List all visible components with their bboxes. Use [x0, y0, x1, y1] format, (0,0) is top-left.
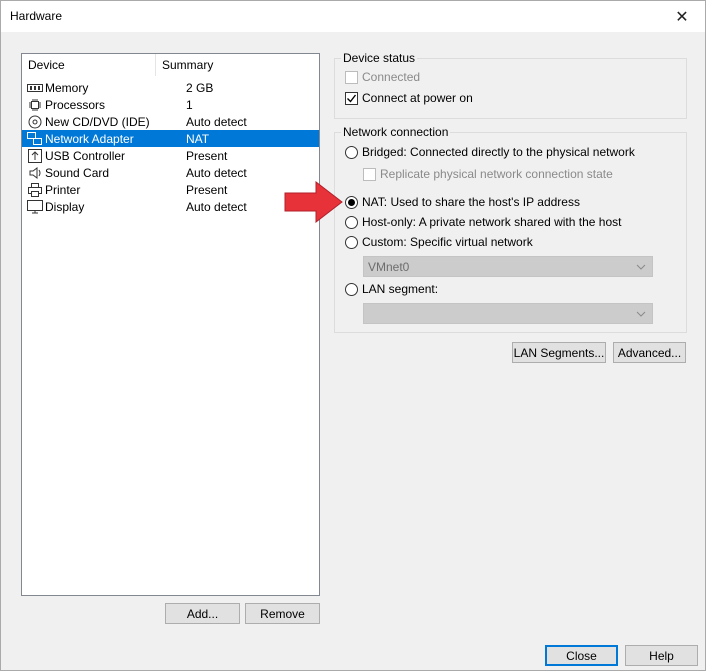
- device-name: Processors: [45, 97, 106, 112]
- device-row-usb-controller[interactable]: USB Controller Present: [22, 147, 319, 164]
- lan-segments-button[interactable]: LAN Segments...: [512, 342, 606, 363]
- device-status-title: Device status: [341, 51, 418, 65]
- custom-network-value: VMnet0: [368, 259, 410, 274]
- bridged-radio-circle[interactable]: [345, 145, 358, 159]
- close-window-icon[interactable]: ✕: [659, 1, 705, 32]
- bridged-label: Bridged: Connected directly to the physi…: [362, 145, 635, 159]
- host-only-label: Host-only: A private network shared with…: [362, 215, 622, 229]
- device-rows: Memory 2 GB Processors 1 New CD/DVD (IDE…: [22, 79, 319, 215]
- device-summary: NAT: [186, 131, 210, 146]
- title-bar: Hardware ✕: [1, 1, 705, 32]
- window-title: Hardware: [10, 9, 63, 23]
- device-summary: Present: [186, 182, 228, 197]
- radio-selected-dot: [348, 198, 355, 206]
- device-row-memory[interactable]: Memory 2 GB: [22, 79, 319, 96]
- printer-icon: [27, 182, 43, 197]
- chevron-down-icon: [636, 261, 646, 275]
- lan-segment-label: LAN segment:: [362, 282, 439, 296]
- hardware-dialog: Hardware ✕ Device Summary Memory 2 GB Pr…: [0, 0, 706, 671]
- connect-power-label: Connect at power on: [362, 91, 473, 105]
- device-row-display[interactable]: Display Auto detect: [22, 198, 319, 215]
- device-summary: Present: [186, 148, 228, 163]
- memory-icon: [27, 81, 43, 95]
- device-list-header: Device Summary: [22, 54, 319, 76]
- lan-segment-radio[interactable]: LAN segment:: [345, 282, 438, 296]
- speaker-icon: [27, 166, 43, 180]
- connected-label: Connected: [362, 70, 421, 84]
- custom-radio-circle[interactable]: [345, 235, 358, 249]
- close-button[interactable]: Close: [545, 645, 618, 666]
- device-list[interactable]: Device Summary Memory 2 GB Processors 1: [21, 53, 320, 596]
- column-header-summary[interactable]: Summary: [156, 54, 319, 76]
- device-row-network-adapter[interactable]: Network Adapter NAT: [22, 130, 319, 147]
- device-summary: 1: [186, 97, 193, 112]
- network-adapter-icon: [27, 131, 43, 146]
- lan-segment-radio-circle[interactable]: [345, 282, 358, 296]
- checkmark-icon: [347, 94, 357, 103]
- add-device-button[interactable]: Add...: [165, 603, 240, 624]
- lan-segment-dropdown: [363, 303, 653, 324]
- usb-icon: [27, 148, 43, 163]
- connect-power-check-box[interactable]: [345, 91, 358, 105]
- advanced-button[interactable]: Advanced...: [613, 342, 686, 363]
- cd-dvd-icon: [27, 115, 43, 129]
- bridged-radio[interactable]: Bridged: Connected directly to the physi…: [345, 145, 635, 159]
- device-status-group: Device status: [334, 51, 687, 119]
- connected-checkbox: Connected: [345, 70, 420, 84]
- nat-radio[interactable]: NAT: Used to share the host's IP address: [345, 195, 580, 209]
- device-name: USB Controller: [45, 148, 126, 163]
- device-name: Sound Card: [45, 165, 110, 180]
- device-name: Memory: [45, 80, 89, 95]
- replicate-checkbox: Replicate physical network connection st…: [363, 167, 613, 181]
- device-summary: 2 GB: [186, 80, 214, 95]
- chevron-down-icon: [636, 308, 646, 322]
- device-name: Printer: [45, 182, 81, 197]
- network-connection-title: Network connection: [341, 125, 451, 139]
- processor-icon: [27, 98, 43, 112]
- device-row-cd-dvd[interactable]: New CD/DVD (IDE) Auto detect: [22, 113, 319, 130]
- connect-at-power-on-checkbox[interactable]: Connect at power on: [345, 91, 473, 105]
- remove-device-button[interactable]: Remove: [245, 603, 320, 624]
- device-row-processors[interactable]: Processors 1: [22, 96, 319, 113]
- host-only-radio[interactable]: Host-only: A private network shared with…: [345, 215, 621, 229]
- device-row-printer[interactable]: Printer Present: [22, 181, 319, 198]
- device-summary: Auto detect: [186, 165, 247, 180]
- device-name: New CD/DVD (IDE): [45, 114, 150, 129]
- nat-label: NAT: Used to share the host's IP address: [362, 195, 580, 209]
- custom-label: Custom: Specific virtual network: [362, 235, 533, 249]
- device-summary: Auto detect: [186, 114, 247, 129]
- host-only-radio-circle[interactable]: [345, 215, 358, 229]
- device-row-sound-card[interactable]: Sound Card Auto detect: [22, 164, 319, 181]
- custom-network-dropdown: VMnet0: [363, 256, 653, 277]
- column-header-device[interactable]: Device: [22, 54, 156, 76]
- help-button[interactable]: Help: [625, 645, 698, 666]
- custom-radio[interactable]: Custom: Specific virtual network: [345, 235, 533, 249]
- device-summary: Auto detect: [186, 199, 247, 214]
- connected-check-box: [345, 70, 358, 84]
- replicate-label: Replicate physical network connection st…: [380, 167, 613, 181]
- monitor-icon: [27, 199, 43, 214]
- nat-radio-circle[interactable]: [345, 195, 358, 209]
- replicate-check-box: [363, 167, 376, 181]
- red-arrow-icon: [284, 181, 343, 223]
- device-name: Display: [45, 199, 85, 214]
- device-name: Network Adapter: [45, 131, 134, 146]
